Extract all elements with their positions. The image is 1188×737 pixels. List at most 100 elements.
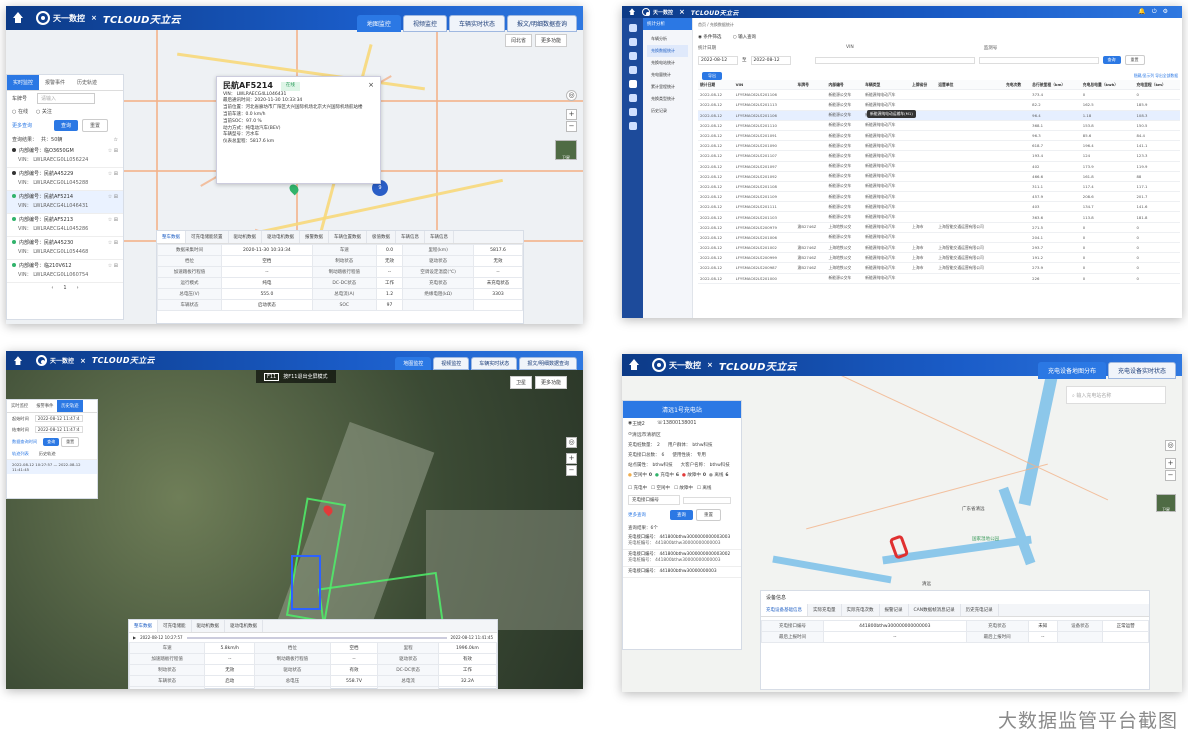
filter-checkbox[interactable]: ☐ 故障中 bbox=[674, 485, 693, 491]
tab-history-track[interactable]: 历史轨迹 bbox=[71, 75, 103, 90]
locate-icon[interactable]: ◎ bbox=[566, 90, 577, 101]
list-item[interactable]: 内部编号：民航AF5213 ☆ ⊞ VIN： LWLRAECG4LL045286 bbox=[7, 214, 123, 237]
detail-tab-5[interactable]: 历史充电记录 bbox=[961, 604, 999, 616]
nav-home-icon[interactable] bbox=[628, 24, 637, 32]
tab-device-map[interactable]: 充电设备地图分布 bbox=[1037, 362, 1106, 379]
more-query-link[interactable]: 更多查询 bbox=[12, 122, 32, 129]
province-select[interactable]: 闫北省 bbox=[504, 34, 532, 47]
detail-tab-7[interactable]: 车辆信息 bbox=[396, 231, 425, 243]
query-button[interactable]: 查询 bbox=[43, 438, 60, 446]
sub-nav-item[interactable]: 车辆分析 bbox=[647, 33, 688, 45]
filter-checkbox[interactable]: ☐ 充电中 bbox=[628, 485, 647, 491]
table-row[interactable]: 2022-08-12LFYSMAC62LS201106新能源公交车新能源纯电动汽… bbox=[698, 110, 1180, 121]
star-icon[interactable]: ☆ ⊞ bbox=[108, 216, 118, 225]
reset-button[interactable]: 重置 bbox=[61, 437, 80, 447]
playback-slider[interactable] bbox=[186, 636, 447, 639]
detail-tab-2[interactable]: 驱动机数据 bbox=[229, 231, 262, 243]
detail-tab-0[interactable]: 整车数据 bbox=[129, 620, 158, 632]
locate-icon[interactable]: ◎ bbox=[566, 437, 577, 448]
query-button[interactable]: 查询 bbox=[1102, 56, 1121, 64]
tab-vehicle-status[interactable]: 车辆实时状态 bbox=[448, 15, 505, 32]
online-radio[interactable]: ○ 在线 bbox=[12, 108, 28, 115]
column-header[interactable]: 车牌号 bbox=[795, 80, 827, 91]
close-icon[interactable]: × bbox=[368, 82, 374, 89]
reset-button[interactable]: 重置 bbox=[82, 119, 109, 132]
end-date-input[interactable]: 2022-08-12 bbox=[750, 55, 791, 65]
nav-monitor-icon[interactable] bbox=[628, 52, 637, 60]
table-row[interactable]: 2022-08-12 LFYSMAC62LS201103 新能源公交车 新能源纯电动汽… bbox=[698, 211, 1180, 223]
table-row[interactable]: 2022-08-12 LFYSMAC62LS201107 新能源公交车 新能源纯电动汽… bbox=[698, 150, 1180, 162]
list-item[interactable]: 内部编号：民航A45229 ☆ ⊞ VIN： LWLRAECG0LL045288 bbox=[7, 168, 123, 191]
detail-tab-4[interactable]: 报警数据 bbox=[300, 231, 329, 243]
column-header[interactable]: 总行驶里程（km） bbox=[1030, 80, 1081, 91]
list-item[interactable]: 内部编号：临210V612 ☆ ⊞ VIN： LWLRAECG0LL060754 bbox=[7, 260, 123, 283]
satellite-toggle[interactable]: 卫星 bbox=[1156, 494, 1176, 512]
filter-tab-condition[interactable]: ◉ 条件筛选 bbox=[698, 35, 721, 40]
satellite-toggle[interactable]: 卫星 bbox=[555, 140, 577, 160]
plate-input[interactable]: 请输入 bbox=[37, 93, 96, 104]
query-button[interactable]: 查询 bbox=[54, 120, 79, 131]
sub-nav-item[interactable]: 累计里程统计 bbox=[647, 81, 688, 93]
start-date-input[interactable]: 2022-08-12 bbox=[698, 55, 738, 65]
list-item[interactable]: 内部编号：民航AF5214 ☆ ⊞ VIN： LWLRAECG4LL046431 bbox=[7, 191, 123, 214]
list-item[interactable]: 充电接口编号： 441800bthw3000000000003003 充电桩编号：… bbox=[623, 533, 741, 550]
column-header[interactable]: 内部编号 bbox=[826, 80, 864, 91]
table-row[interactable]: 2022-08-12 LFYSMAC62LS201000 新能源公交车 新能源纯电动汽… bbox=[698, 273, 1180, 284]
detail-tab-3[interactable]: 报警记录 bbox=[880, 604, 909, 616]
filter-checkbox[interactable]: ☐ 离线 bbox=[697, 485, 711, 491]
nav-report-icon[interactable] bbox=[628, 108, 637, 116]
detail-tab-2[interactable]: 驱动机数据 bbox=[192, 620, 225, 632]
tab-history-track[interactable]: 历史轨迹 bbox=[57, 400, 83, 412]
sub-nav-item[interactable]: 充换数据统计 bbox=[647, 45, 688, 57]
follow-radio[interactable]: ○ 关注 bbox=[36, 108, 52, 115]
home-icon[interactable] bbox=[628, 359, 640, 371]
zoom-in-button[interactable]: + bbox=[566, 109, 577, 120]
star-icon[interactable]: ☆ ⊞ bbox=[108, 170, 118, 179]
star-icon[interactable]: ☆ bbox=[114, 137, 118, 143]
detail-tab-3[interactable]: 驱动电机数据 bbox=[225, 620, 263, 632]
nav-vehicle-icon[interactable] bbox=[628, 38, 637, 46]
detail-tab-6[interactable]: 极值数据 bbox=[367, 231, 396, 243]
export-all-link[interactable]: 导出全部数据 bbox=[1155, 73, 1178, 79]
column-header[interactable]: 运营单位 bbox=[936, 80, 1004, 91]
tab-vehicle-status[interactable]: 车辆实时状态 bbox=[471, 357, 518, 370]
sub-nav-item[interactable]: 充换电站统计 bbox=[647, 57, 688, 69]
table-row[interactable]: 2022-08-12 LFYSMAC62LS200979 渝B2746Z 上海地铁公交… bbox=[698, 222, 1180, 233]
vin-input[interactable] bbox=[814, 56, 975, 64]
sub-nav-item[interactable]: 充电量统计 bbox=[647, 69, 688, 81]
query-button[interactable]: 查询 bbox=[670, 510, 693, 520]
column-header[interactable]: 上牌省份 bbox=[910, 80, 937, 91]
table-row[interactable]: 2022-08-12 LFYSMAC62LS201113 新能源公交车 新能源纯电动汽… bbox=[698, 99, 1180, 111]
tab-track-list[interactable]: 轨迹列表 bbox=[12, 451, 29, 457]
interface-input[interactable] bbox=[683, 496, 731, 504]
nav-data-icon[interactable] bbox=[628, 94, 637, 102]
tab-map-monitor[interactable]: 地图监控 bbox=[356, 15, 401, 32]
home-icon[interactable] bbox=[13, 355, 23, 366]
star-icon[interactable]: ☆ ⊞ bbox=[108, 262, 118, 271]
tab-alarm-events[interactable]: 报警事件 bbox=[32, 400, 57, 412]
reset-button[interactable]: 重置 bbox=[696, 509, 721, 521]
column-header[interactable]: 充电次数 bbox=[1003, 80, 1031, 91]
sub-nav-item[interactable]: 历史记录 bbox=[647, 105, 688, 117]
detail-tab-8[interactable]: 车辆信息 bbox=[425, 231, 454, 243]
play-icon[interactable]: ▶ bbox=[133, 635, 136, 640]
prev-page-icon[interactable]: ‹ bbox=[51, 285, 53, 291]
more-functions-button[interactable]: 更多功能 bbox=[534, 34, 567, 47]
table-row[interactable]: 2022-08-12 LFYSMAC62LS200987 渝B2746Z 上海地铁公交… bbox=[698, 262, 1180, 274]
table-row[interactable]: 2022-08-12 LFYSMAC62LS201097 新能源公交车 新能源纯电动汽… bbox=[698, 161, 1180, 172]
tab-device-status[interactable]: 充电设备实时状态 bbox=[1107, 362, 1176, 379]
column-header[interactable]: 车辆类型 bbox=[863, 80, 911, 91]
zoom-out-button[interactable]: − bbox=[566, 465, 577, 476]
zoom-out-button[interactable]: − bbox=[1165, 470, 1176, 481]
nav-statistics-icon[interactable] bbox=[628, 80, 637, 88]
detail-tab-4[interactable]: CAN数据帧消息记录 bbox=[909, 604, 961, 616]
table-row[interactable]: 2022-08-12 LFYSMAC62LS201090 新能源公交车 新能源纯电动汽… bbox=[698, 140, 1180, 152]
track-list-item[interactable]: 2022-08-12 10:27:57 — 2022-08-12 11:41:4… bbox=[7, 460, 97, 474]
tab-message-query[interactable]: 报文/明细数据查询 bbox=[519, 357, 577, 370]
table-row[interactable]: 2022-08-12 LFYSMAC62LS201006 新能源公交车 新能源纯电动汽… bbox=[698, 232, 1180, 244]
locate-icon[interactable]: ◎ bbox=[1165, 440, 1176, 451]
list-item[interactable]: 内部编号：临O3650GM ☆ ⊞ VIN： LWLRAECG0LL056224 bbox=[7, 145, 123, 168]
column-header[interactable]: VIN bbox=[733, 80, 796, 91]
detail-tab-0[interactable]: 充电设备基础信息 bbox=[761, 604, 808, 616]
table-row[interactable]: 2022-08-12 LFYSMAC62LS201111 新能源公交车 新能源纯电动汽… bbox=[698, 201, 1180, 213]
